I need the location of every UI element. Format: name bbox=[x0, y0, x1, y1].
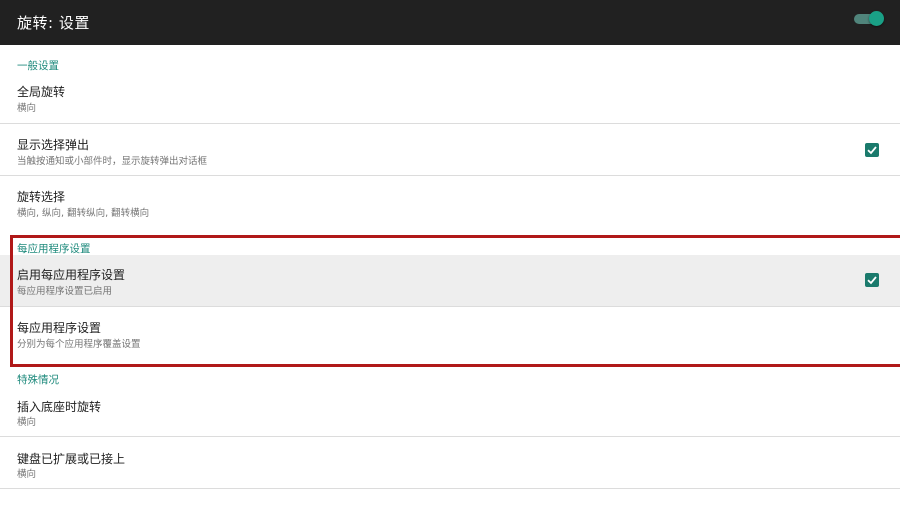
pref-title: 键盘已扩展或已接上 bbox=[17, 452, 126, 466]
app-bar: 旋转: 设置 bbox=[0, 0, 900, 45]
pref-rotation-choice[interactable]: 旋转选择 横向, 纵向, 翻转纵向, 翻转横向 bbox=[0, 176, 900, 227]
pref-summary: 每应用程序设置已启用 bbox=[17, 286, 113, 297]
check-icon bbox=[867, 276, 877, 285]
pref-title: 显示选择弹出 bbox=[17, 138, 90, 152]
pref-summary: 横向 bbox=[17, 417, 37, 428]
pref-show-popup[interactable]: 显示选择弹出 当触按通知或小部件时，显示旋转弹出对话框 bbox=[0, 124, 900, 175]
enable-per-app-checkbox[interactable] bbox=[865, 273, 879, 287]
pref-dock-rotation[interactable]: 插入底座时旋转 横向 bbox=[0, 386, 900, 436]
divider bbox=[0, 488, 900, 489]
pref-summary: 当触按通知或小部件时，显示旋转弹出对话框 bbox=[17, 156, 208, 167]
switch-thumb bbox=[869, 11, 884, 26]
pref-title: 启用每应用程序设置 bbox=[17, 268, 126, 282]
check-icon bbox=[867, 146, 877, 155]
pref-global-rotation[interactable]: 全局旋转 横向 bbox=[0, 72, 900, 122]
pref-per-app-settings[interactable]: 每应用程序设置 分别为每个应用程序覆盖设置 bbox=[0, 307, 900, 359]
section-header-special: 特殊情况 bbox=[17, 374, 59, 386]
show-popup-checkbox[interactable] bbox=[865, 143, 879, 157]
pref-title: 每应用程序设置 bbox=[17, 321, 102, 335]
pref-keyboard[interactable]: 键盘已扩展或已接上 横向 bbox=[0, 437, 900, 488]
pref-summary: 横向, 纵向, 翻转纵向, 翻转横向 bbox=[17, 208, 150, 219]
pref-title: 全局旋转 bbox=[17, 85, 66, 99]
section-header-per-app: 每应用程序设置 bbox=[17, 243, 91, 255]
master-toggle-switch[interactable] bbox=[854, 11, 884, 26]
pref-summary: 分别为每个应用程序覆盖设置 bbox=[17, 339, 141, 350]
pref-enable-per-app[interactable]: 启用每应用程序设置 每应用程序设置已启用 bbox=[0, 255, 900, 306]
section-header-general: 一般设置 bbox=[17, 60, 59, 72]
pref-title: 旋转选择 bbox=[17, 190, 66, 204]
pref-title: 插入底座时旋转 bbox=[17, 400, 102, 414]
pref-summary: 横向 bbox=[17, 103, 37, 114]
page-title: 旋转: 设置 bbox=[17, 14, 90, 32]
pref-summary: 横向 bbox=[17, 469, 37, 480]
